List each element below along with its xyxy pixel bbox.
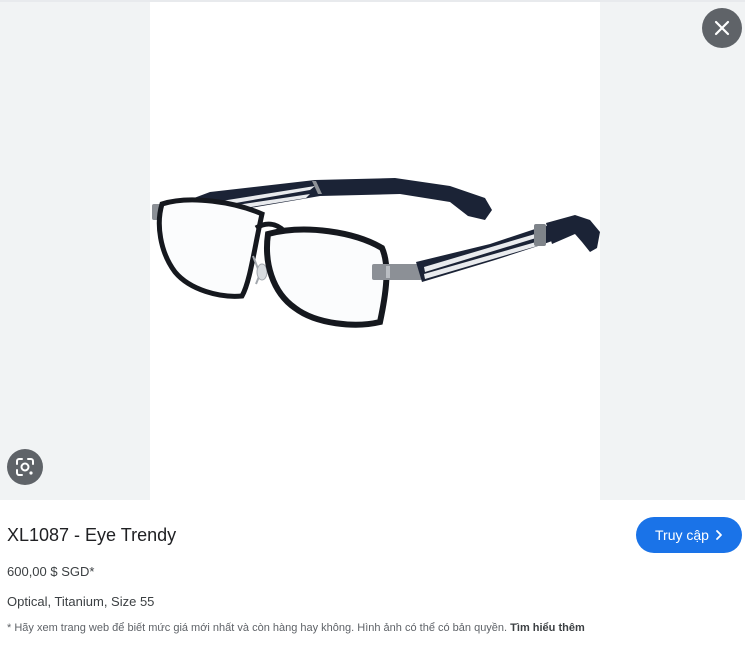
disclaimer: * Hãy xem trang web để biết mức giá mới … [7, 621, 585, 635]
close-button[interactable] [702, 8, 742, 48]
product-title[interactable]: XL1087 - Eye Trendy [7, 524, 176, 546]
chevron-right-icon [716, 530, 722, 540]
google-lens-icon [16, 458, 34, 476]
glasses-image [152, 178, 600, 328]
close-icon [714, 20, 730, 36]
visit-button-label: Truy cập [655, 527, 709, 543]
visit-button[interactable]: Truy cập [636, 517, 742, 553]
disclaimer-text: * Hãy xem trang web để biết mức giá mới … [7, 622, 508, 634]
learn-more-link[interactable]: Tìm hiểu thêm [510, 622, 585, 634]
product-price: 600,00 $ SGD* [7, 564, 95, 579]
google-lens-button[interactable] [7, 449, 43, 485]
product-image-frame[interactable] [150, 2, 600, 500]
product-attributes: Optical, Titanium, Size 55 [7, 594, 155, 609]
